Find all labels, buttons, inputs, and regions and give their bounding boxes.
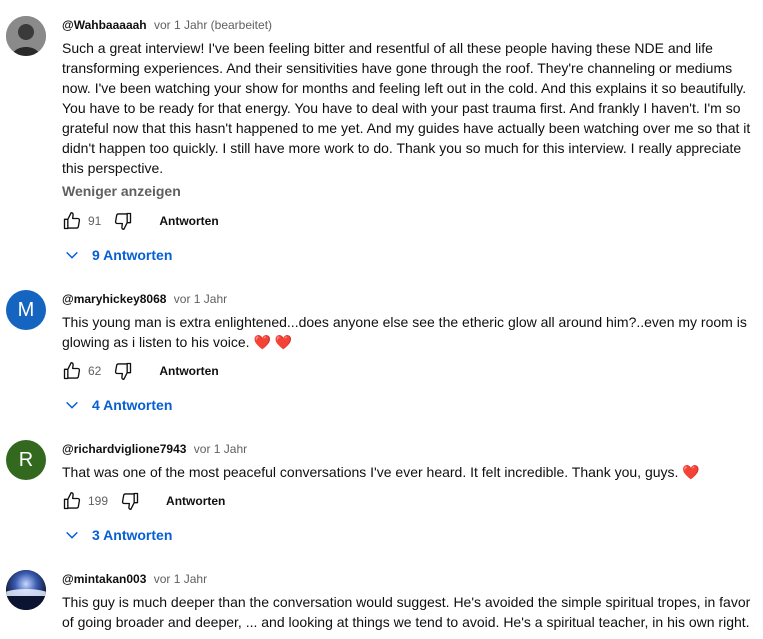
- avatar[interactable]: [6, 570, 46, 610]
- planet-avatar-icon: [6, 570, 46, 610]
- comment-header: @mintakan003 vor 1 Jahr: [62, 572, 207, 586]
- heart-emoji: ❤️ ❤️: [253, 334, 293, 350]
- like-button[interactable]: [60, 359, 84, 383]
- comment-body: That was one of the most peaceful conver…: [62, 464, 679, 480]
- reply-button[interactable]: Antworten: [159, 214, 218, 228]
- thumbs-down-icon: [115, 212, 132, 230]
- comment-author[interactable]: @mintakan003: [62, 572, 146, 586]
- show-less-button[interactable]: Weniger anzeigen: [62, 183, 181, 199]
- comment-text: Such a great interview! I've been feelin…: [62, 38, 757, 178]
- comment-header: @richardviglione7943 vor 1 Jahr: [62, 442, 247, 456]
- avatar-letter: M: [17, 298, 35, 321]
- avatar[interactable]: [6, 16, 46, 56]
- comment-author[interactable]: @maryhickey8068: [62, 292, 166, 306]
- thumbs-up-icon: [63, 212, 81, 230]
- replies-count-label: 4 Antworten: [92, 397, 173, 413]
- comment-actions: 199 Antworten: [60, 489, 225, 513]
- comment-author[interactable]: @richardviglione7943: [62, 442, 186, 456]
- comment-time[interactable]: vor 1 Jahr: [154, 572, 207, 586]
- comment-time[interactable]: vor 1 Jahr: [174, 292, 227, 306]
- dislike-button[interactable]: [118, 489, 142, 513]
- comment-actions: 91 Antworten: [60, 209, 219, 233]
- comment-text: This young man is extra enlightened...do…: [62, 312, 757, 352]
- dislike-button[interactable]: [111, 359, 135, 383]
- replies-count-label: 3 Antworten: [92, 527, 173, 543]
- heart-emoji: ❤️: [682, 464, 700, 480]
- comment-text: This guy is much deeper than the convers…: [62, 592, 757, 632]
- avatar[interactable]: R: [6, 440, 46, 480]
- reply-button[interactable]: Antworten: [159, 364, 218, 378]
- chevron-down-icon: [64, 526, 82, 544]
- like-count: 62: [88, 364, 102, 378]
- comment-body: This young man is extra enlightened...do…: [62, 314, 747, 350]
- comment-body: Such a great interview! I've been feelin…: [62, 40, 751, 176]
- view-replies-button[interactable]: 4 Antworten: [64, 393, 172, 417]
- replies-count-label: 9 Antworten: [92, 247, 173, 263]
- like-button[interactable]: [60, 489, 84, 513]
- chevron-down-icon: [64, 396, 82, 414]
- view-replies-button[interactable]: 3 Antworten: [64, 523, 172, 547]
- comment-text: That was one of the most peaceful conver…: [62, 462, 757, 482]
- comment-header: @maryhickey8068 vor 1 Jahr: [62, 292, 227, 306]
- thumbs-down-icon: [115, 362, 132, 380]
- comment-actions: 62 Antworten: [60, 359, 219, 383]
- comment-body: This guy is much deeper than the convers…: [62, 594, 751, 630]
- like-count: 199: [88, 494, 109, 508]
- like-button[interactable]: [60, 209, 84, 233]
- avatar[interactable]: M: [6, 290, 46, 330]
- dislike-button[interactable]: [111, 209, 135, 233]
- reply-button[interactable]: Antworten: [166, 494, 225, 508]
- thumbs-down-icon: [121, 492, 139, 510]
- avatar-photo-icon: [6, 16, 46, 56]
- avatar-letter: R: [18, 448, 34, 471]
- thumbs-up-icon: [63, 362, 81, 380]
- view-replies-button[interactable]: 9 Antworten: [64, 243, 172, 267]
- comment-author[interactable]: @Wahbaaaaah: [62, 18, 147, 32]
- thumbs-up-icon: [63, 492, 81, 510]
- comment-header: @Wahbaaaaah vor 1 Jahr (bearbeitet): [62, 18, 272, 32]
- comment-time[interactable]: vor 1 Jahr: [194, 442, 247, 456]
- like-count: 91: [88, 214, 102, 228]
- chevron-down-icon: [64, 246, 82, 264]
- comment-time[interactable]: vor 1 Jahr (bearbeitet): [154, 18, 272, 32]
